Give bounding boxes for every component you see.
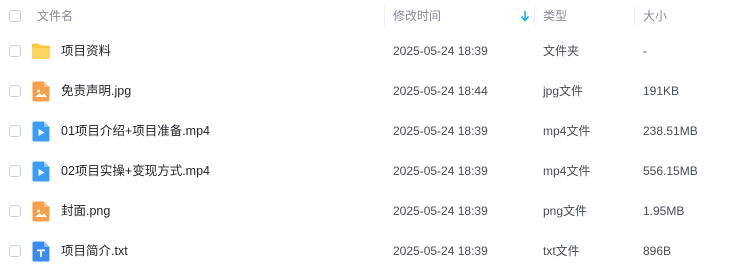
column-divider[interactable]	[634, 6, 635, 26]
row-checkbox[interactable]	[9, 205, 21, 217]
folder-icon	[32, 43, 50, 59]
file-type: 文件夹	[543, 44, 580, 58]
file-name[interactable]: 01项目介绍+项目准备.mp4	[61, 111, 210, 151]
file-row-jpg[interactable]: 免责声明.jpg 2025-05-24 18:44 jpg文件 191KB	[0, 71, 729, 111]
file-list: 文件名 修改时间 类型 大小 项目资料 2025-05-24 18:39 文件夹…	[0, 0, 729, 270]
column-header-modified[interactable]: 修改时间	[393, 0, 441, 32]
image-file-icon	[32, 201, 50, 222]
column-divider[interactable]	[384, 6, 385, 26]
column-header-name[interactable]: 文件名	[37, 0, 73, 32]
row-checkbox[interactable]	[9, 85, 21, 97]
file-type: jpg文件	[543, 84, 584, 98]
file-size: 238.51MB	[643, 124, 698, 138]
file-modified: 2025-05-24 18:39	[393, 244, 488, 258]
file-size: 556.15MB	[643, 164, 698, 178]
file-modified: 2025-05-24 18:39	[393, 44, 488, 58]
row-checkbox[interactable]	[9, 125, 21, 137]
select-all-checkbox[interactable]	[9, 10, 21, 22]
file-type: txt文件	[543, 244, 580, 258]
file-row-folder[interactable]: 项目资料 2025-05-24 18:39 文件夹 -	[0, 31, 729, 71]
file-row-mp4[interactable]: 02项目实操+变现方式.mp4 2025-05-24 18:39 mp4文件 5…	[0, 151, 729, 191]
file-modified: 2025-05-24 18:44	[393, 84, 488, 98]
column-divider[interactable]	[534, 6, 535, 26]
file-size: 191KB	[643, 84, 680, 98]
video-file-icon	[32, 121, 50, 142]
row-checkbox[interactable]	[9, 245, 21, 257]
file-name[interactable]: 项目简介.txt	[61, 231, 128, 270]
file-name[interactable]: 免责声明.jpg	[61, 71, 131, 111]
row-checkbox[interactable]	[9, 45, 21, 57]
file-modified: 2025-05-24 18:39	[393, 164, 488, 178]
file-type: mp4文件	[543, 164, 591, 178]
file-row-txt[interactable]: 项目简介.txt 2025-05-24 18:39 txt文件 896B	[0, 231, 729, 270]
file-name[interactable]: 02项目实操+变现方式.mp4	[61, 151, 210, 191]
file-name[interactable]: 封面.png	[61, 191, 110, 231]
file-size: -	[643, 44, 647, 58]
image-file-icon	[32, 81, 50, 102]
file-type: mp4文件	[543, 124, 591, 138]
file-type: png文件	[543, 204, 588, 218]
file-size: 896B	[643, 244, 672, 258]
file-modified: 2025-05-24 18:39	[393, 204, 488, 218]
file-row-mp4[interactable]: 01项目介绍+项目准备.mp4 2025-05-24 18:39 mp4文件 2…	[0, 111, 729, 151]
video-file-icon	[32, 161, 50, 182]
row-checkbox[interactable]	[9, 165, 21, 177]
file-size: 1.95MB	[643, 204, 685, 218]
file-list-header: 文件名 修改时间 类型 大小	[0, 0, 729, 32]
arrow-down-icon[interactable]	[520, 9, 530, 23]
column-header-type[interactable]: 类型	[543, 0, 567, 32]
file-modified: 2025-05-24 18:39	[393, 124, 488, 138]
text-file-icon	[32, 241, 50, 262]
file-name[interactable]: 项目资料	[61, 31, 111, 71]
column-header-size[interactable]: 大小	[643, 0, 667, 32]
file-row-png[interactable]: 封面.png 2025-05-24 18:39 png文件 1.95MB	[0, 191, 729, 231]
